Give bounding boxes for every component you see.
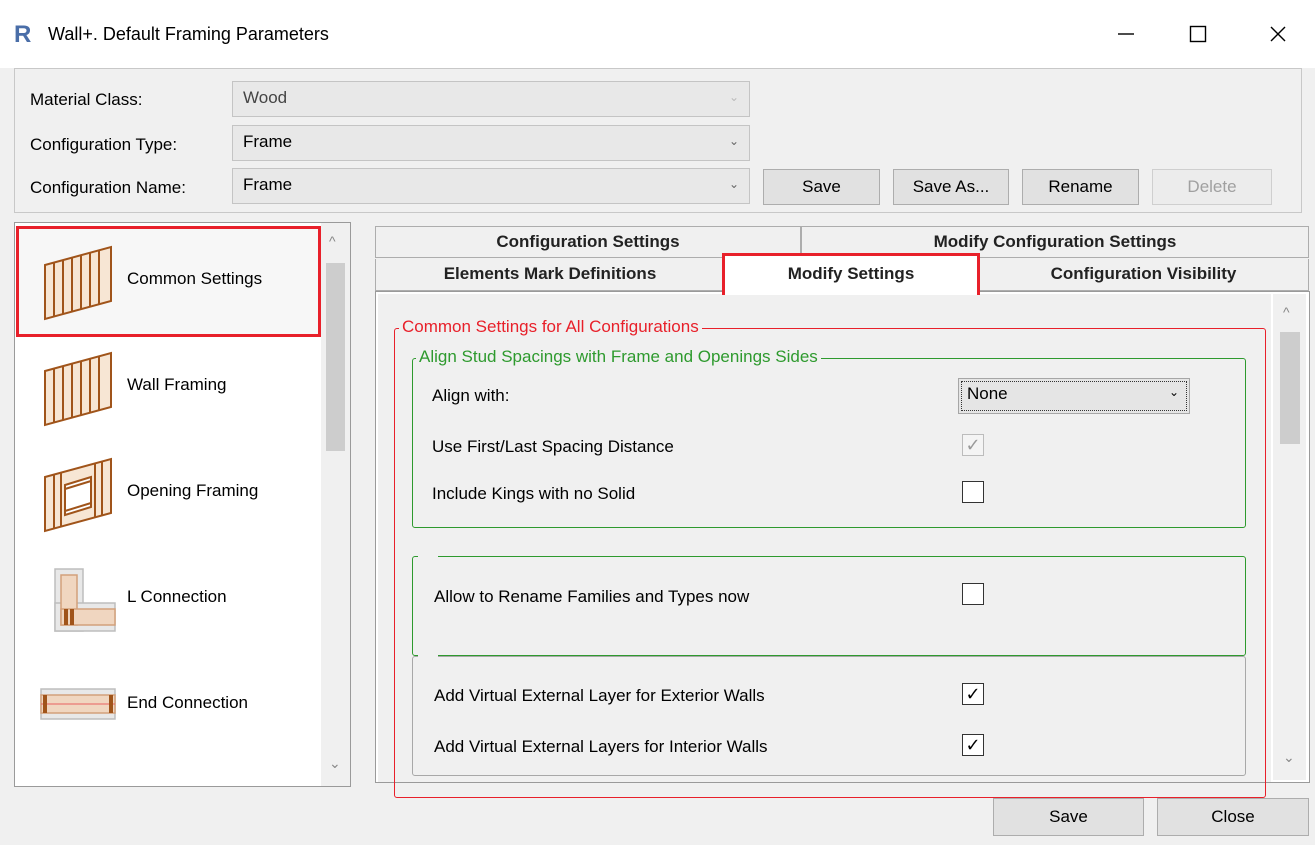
title-bar: R Wall+. Default Framing Parameters — [0, 0, 1315, 68]
chevron-down-icon: ⌄ — [1168, 385, 1179, 399]
material-class-combo: Wood ⌄ — [232, 81, 750, 117]
align-stud-spacings-group-title: Align Stud Spacings with Frame and Openi… — [416, 347, 821, 367]
nav-item-label: Opening Framing — [127, 481, 259, 500]
configuration-name-combo[interactable]: Frame ⌄ — [232, 168, 750, 204]
scroll-up-arrow[interactable]: ^ — [1283, 304, 1290, 320]
chevron-down-icon: ⌄ — [728, 177, 739, 191]
configuration-type-combo[interactable]: Frame ⌄ — [232, 125, 750, 161]
configuration-name-label: Configuration Name: — [30, 178, 186, 197]
save-as-button[interactable]: Save As... — [893, 169, 1009, 205]
common-settings-group-title: Common Settings for All Configurations — [399, 317, 702, 337]
nav-item-label: Wall Framing — [127, 375, 227, 394]
maximize-button[interactable] — [1168, 12, 1228, 56]
interior-virtual-layer-checkbox[interactable]: ✓ — [962, 734, 984, 756]
revit-app-icon: R — [14, 21, 32, 48]
nav-item-label: L Connection — [127, 587, 227, 606]
configuration-type-value: Frame — [243, 132, 293, 151]
group-title-gap — [418, 548, 438, 562]
use-first-last-spacing-checkbox: ✓ — [962, 434, 984, 456]
opening-frame-icon — [44, 457, 112, 533]
tab-content-panel: Common Settings for All Configurations A… — [375, 291, 1310, 798]
exterior-virtual-layer-checkbox[interactable]: ✓ — [962, 683, 984, 705]
include-kings-label: Include Kings with no Solid — [432, 484, 636, 503]
wall-stud-icon — [44, 351, 112, 427]
nav-item-label: Common Settings — [127, 269, 263, 288]
nav-item-l-connection[interactable]: L Connection — [15, 547, 321, 653]
l-connection-icon — [54, 568, 116, 632]
tab-elements-mark-definitions[interactable]: Elements Mark Definitions — [375, 259, 725, 291]
save-button[interactable]: Save — [993, 798, 1144, 836]
interior-virtual-layer-label: Add Virtual External Layers for Interior… — [434, 737, 768, 756]
chevron-down-icon: ⌄ — [728, 134, 739, 148]
group-title-gap — [418, 648, 438, 662]
minimize-button[interactable] — [1096, 12, 1156, 56]
scroll-up-arrow[interactable]: ^ — [329, 233, 336, 249]
nav-item-label: End Connection — [127, 693, 248, 712]
nav-scrollbar[interactable]: ^ ⌄ — [321, 223, 350, 786]
wall-stud-icon — [44, 245, 112, 321]
allow-rename-label: Allow to Rename Families and Types now — [434, 587, 750, 606]
align-with-value: None — [967, 384, 1008, 403]
virtual-layer-group — [412, 656, 1246, 776]
tab-configuration-visibility[interactable]: Configuration Visibility — [978, 259, 1309, 291]
align-with-dropdown[interactable]: None ⌄ — [958, 378, 1190, 414]
nav-item-wall-framing[interactable]: Wall Framing — [15, 335, 321, 441]
nav-item-common-settings[interactable]: Common Settings — [15, 229, 321, 335]
end-connection-icon — [40, 688, 116, 720]
align-with-label: Align with: — [432, 386, 510, 405]
minimize-icon — [1118, 33, 1134, 35]
allow-rename-checkbox[interactable] — [962, 583, 984, 605]
close-window-button[interactable] — [1248, 12, 1308, 56]
settings-category-list: Common Settings Wall Framing Opening Fra… — [14, 222, 351, 787]
save-configuration-button[interactable]: Save — [763, 169, 880, 205]
tab-modify-settings[interactable]: Modify Settings — [722, 253, 980, 295]
delete-button: Delete — [1152, 169, 1272, 205]
configuration-name-value: Frame — [243, 175, 293, 194]
scroll-down-arrow[interactable]: ⌄ — [1283, 749, 1295, 766]
include-kings-checkbox[interactable] — [962, 481, 984, 503]
scroll-down-arrow[interactable]: ⌄ — [329, 755, 341, 772]
content-scrollbar[interactable]: ^ ⌄ — [1273, 294, 1306, 780]
rename-button[interactable]: Rename — [1022, 169, 1139, 205]
close-icon — [1270, 26, 1286, 42]
close-button[interactable]: Close — [1157, 798, 1309, 836]
settings-scroll-area: Common Settings for All Configurations A… — [378, 294, 1271, 798]
nav-item-opening-framing[interactable]: Opening Framing — [15, 441, 321, 547]
nav-scroll-thumb[interactable] — [326, 263, 345, 451]
maximize-icon — [1189, 25, 1207, 43]
nav-item-end-connection[interactable]: End Connection — [15, 653, 321, 759]
material-class-label: Material Class: — [30, 90, 143, 109]
configuration-type-label: Configuration Type: — [30, 135, 178, 154]
chevron-down-icon: ⌄ — [728, 90, 739, 104]
window-title: Wall+. Default Framing Parameters — [48, 24, 329, 44]
exterior-virtual-layer-label: Add Virtual External Layer for Exterior … — [434, 686, 765, 705]
content-scroll-thumb[interactable] — [1280, 332, 1300, 444]
use-first-last-spacing-label: Use First/Last Spacing Distance — [432, 437, 674, 456]
material-class-value: Wood — [243, 88, 288, 107]
